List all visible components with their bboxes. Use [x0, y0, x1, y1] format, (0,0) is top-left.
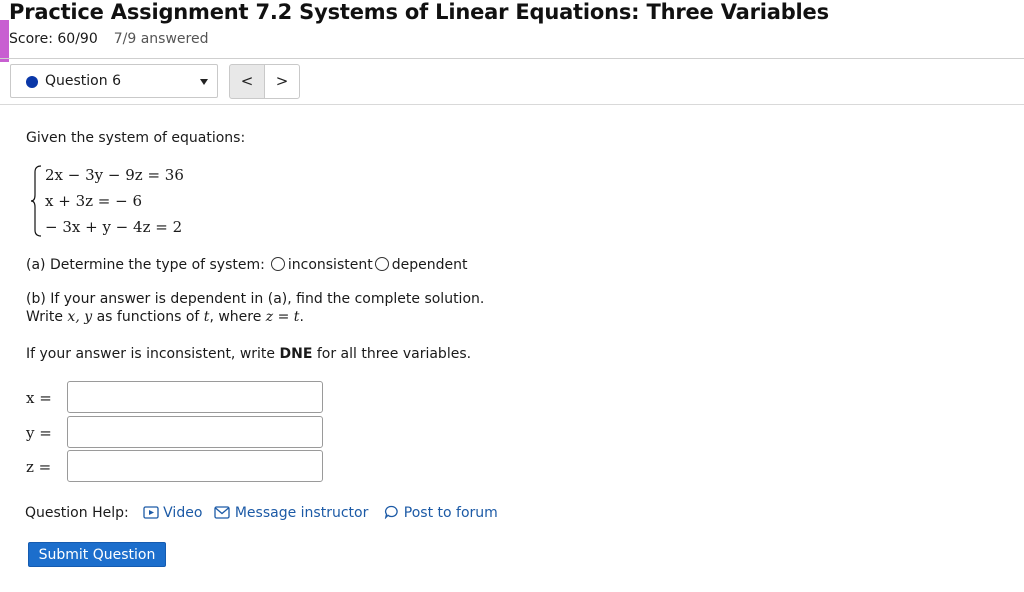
dne-suffix: for all three variables.	[312, 346, 472, 362]
part-b-eq: z = t	[265, 309, 300, 325]
post-to-forum-link[interactable]: Post to forum	[404, 505, 498, 521]
part-b-vars: x, y	[67, 309, 93, 325]
part-a: (a) Determine the type of system: inconsi…	[26, 257, 467, 273]
left-brace-icon	[30, 165, 42, 237]
part-b-line-2: Write x, y as functions of t, where z = …	[26, 309, 304, 325]
equation-2: x + 3z = − 6	[45, 192, 142, 210]
dne-bold: DNE	[279, 346, 313, 362]
x-input[interactable]	[67, 381, 323, 413]
score-text: Score: 60/90	[9, 31, 98, 47]
message-instructor-link[interactable]: Message instructor	[235, 505, 369, 521]
equation-1: 2x − 3y − 9z = 36	[45, 166, 184, 184]
next-question-button[interactable]: >	[264, 64, 300, 99]
radio-inconsistent-label[interactable]: inconsistent	[288, 257, 373, 273]
caret-down-icon	[200, 79, 208, 85]
envelope-icon[interactable]	[214, 506, 231, 519]
speech-bubble-icon[interactable]	[384, 505, 399, 520]
page-title: Practice Assignment 7.2 Systems of Linea…	[9, 0, 829, 24]
part-b-mid: as functions of	[92, 309, 204, 325]
question-prompt: Given the system of equations:	[26, 130, 246, 146]
x-label: x =	[26, 389, 52, 407]
video-icon[interactable]	[143, 506, 159, 519]
question-help: Question Help: Video Message instructor …	[25, 505, 498, 521]
answered-count: 7/9 answered	[113, 31, 209, 47]
y-input[interactable]	[67, 416, 323, 448]
question-select[interactable]: Question 6	[10, 64, 218, 98]
status-dot-icon	[26, 76, 38, 88]
radio-dependent-label[interactable]: dependent	[392, 257, 468, 273]
accent-bar	[0, 20, 9, 62]
part-b-prefix: Write	[26, 309, 68, 325]
video-link[interactable]: Video	[163, 505, 202, 521]
prev-question-button[interactable]: <	[229, 64, 265, 99]
submit-question-button[interactable]: Submit Question	[28, 542, 166, 567]
y-label: y =	[26, 424, 52, 442]
equation-3: − 3x + y − 4z = 2	[45, 218, 183, 236]
header-divider	[0, 58, 1024, 59]
radio-inconsistent[interactable]	[270, 257, 285, 271]
radio-dependent[interactable]	[374, 257, 389, 271]
question-help-label: Question Help:	[25, 505, 129, 521]
part-b-where: , where	[209, 309, 266, 325]
dne-instruction: If your answer is inconsistent, write DN…	[26, 346, 471, 362]
part-b-end: .	[299, 309, 304, 325]
z-label: z =	[26, 458, 52, 476]
part-a-text: (a) Determine the type of system:	[26, 257, 265, 273]
score-row: Score: 60/90 7/9 answered	[9, 31, 208, 47]
part-b-line-1: (b) If your answer is dependent in (a), …	[26, 291, 485, 307]
dne-prefix: If your answer is inconsistent, write	[26, 346, 280, 362]
nav-divider	[0, 104, 1024, 105]
equation-system: 2x − 3y − 9z = 36 x + 3z = − 6 − 3x + y …	[30, 164, 230, 238]
z-input[interactable]	[67, 450, 323, 482]
question-select-label: Question 6	[45, 73, 121, 89]
